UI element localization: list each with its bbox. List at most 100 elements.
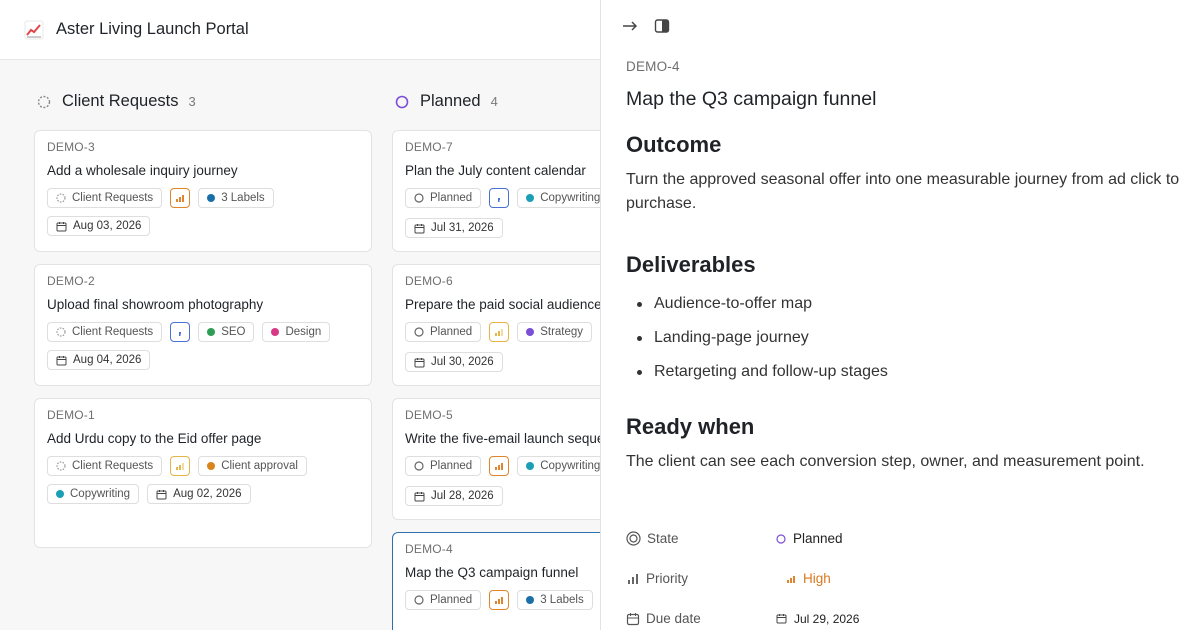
due-date-chip[interactable]: Jul 31, 2026 (405, 218, 503, 238)
column-title: Planned (420, 92, 481, 110)
sidebar-toggle-icon[interactable] (654, 18, 670, 34)
calendar-icon (56, 221, 67, 231)
list-item: Landing-page journey (626, 326, 1166, 360)
issue-title: Upload final showroom photography (47, 297, 264, 312)
label-chip[interactable]: Copywriting (517, 188, 600, 208)
calendar-icon (414, 491, 425, 501)
calendar-icon (156, 489, 167, 499)
label-chip[interactable]: Strategy (517, 322, 593, 342)
issue-card[interactable]: DEMO-3 Add a wholesale inquiry journey C… (34, 130, 372, 252)
priority-medium-icon (176, 463, 185, 470)
detail-issue-id: DEMO-4 (626, 59, 680, 74)
property-label: Due date (646, 611, 701, 626)
label-chip[interactable]: Copywriting (47, 484, 140, 504)
status-chip[interactable]: Planned (405, 322, 482, 342)
priority-medium-chip[interactable] (170, 456, 191, 476)
calendar-icon (56, 355, 67, 365)
issue-title: Prepare the paid social audience (405, 297, 600, 312)
priority-medium-chip[interactable] (489, 322, 510, 342)
priority-low-chip[interactable] (489, 188, 510, 208)
status-chip[interactable]: Client Requests (47, 456, 163, 476)
kanban-board: Client Requests 3 Planned 4 DEMO-3 Add a… (0, 60, 600, 630)
label-chip[interactable]: 3 Labels (198, 188, 274, 208)
deliverables-heading: Deliverables (626, 252, 756, 277)
column-count: 4 (490, 94, 498, 109)
issue-card[interactable]: DEMO-5 Write the five-email launch seque… (392, 398, 600, 520)
priority-high-icon (495, 597, 504, 604)
issue-id: DEMO-6 (405, 274, 453, 288)
calendar-icon (626, 612, 640, 625)
property-label: Priority (646, 571, 689, 586)
label-chip[interactable]: Design (262, 322, 331, 342)
list-item: Retargeting and follow-up stages (626, 360, 1166, 394)
issue-id: DEMO-4 (405, 542, 453, 556)
property-label: State (647, 531, 679, 546)
planned-circle-icon (414, 461, 424, 471)
status-chip[interactable]: Planned (405, 188, 482, 208)
status-chip[interactable]: Client Requests (47, 188, 163, 208)
status-chip[interactable]: Client Requests (47, 322, 163, 342)
priority-high-chip[interactable] (489, 590, 510, 610)
label-chip[interactable]: Client approval (198, 456, 307, 476)
due-date-chip[interactable]: Aug 03, 2026 (47, 216, 151, 236)
ready-when-heading: Ready when (626, 414, 755, 439)
issue-title: Add Urdu copy to the Eid offer page (47, 431, 262, 446)
priority-low-icon (179, 332, 182, 336)
issue-id: DEMO-2 (47, 274, 95, 288)
property-priority[interactable]: Priority High (626, 571, 1166, 586)
due-date-chip[interactable]: Jul 30, 2026 (405, 352, 503, 372)
priority-low-icon (498, 198, 501, 202)
calendar-icon (414, 357, 425, 367)
issue-card[interactable]: DEMO-2 Upload final showroom photography… (34, 264, 372, 386)
issue-title: Map the Q3 campaign funnel (405, 565, 579, 580)
issue-id: DEMO-3 (47, 140, 95, 154)
dashed-circle-icon (56, 327, 66, 337)
issue-card-selected[interactable]: DEMO-4 Map the Q3 campaign funnel Planne… (392, 532, 600, 630)
property-due-date[interactable]: Due date Jul 29, 2026 (626, 611, 1166, 626)
issue-card[interactable]: DEMO-7 Plan the July content calendar Pl… (392, 130, 600, 252)
status-chip[interactable]: Planned (405, 456, 482, 476)
arrow-right-icon[interactable] (622, 18, 638, 34)
priority-high-chip[interactable] (489, 456, 510, 476)
ready-when-text: The client can see each conversion step,… (626, 453, 1145, 470)
label-chip[interactable]: SEO (198, 322, 255, 342)
label-color-dot (207, 462, 216, 470)
issue-title: Plan the July content calendar (405, 163, 586, 178)
priority-medium-icon (495, 329, 504, 336)
priority-high-icon (495, 463, 504, 470)
label-color-dot (207, 194, 216, 202)
chart-increasing-icon (24, 20, 44, 39)
property-value: Planned (793, 531, 843, 546)
dashed-circle-icon (37, 95, 51, 108)
column-header-client-requests[interactable]: Client Requests 3 (37, 92, 196, 111)
issue-id: DEMO-1 (47, 408, 95, 422)
planned-circle-icon (395, 95, 409, 108)
priority-low-chip[interactable] (170, 322, 191, 342)
label-chip[interactable]: Copywriting (517, 456, 600, 476)
label-chip[interactable]: 3 Labels (517, 590, 593, 610)
due-date-chip[interactable]: Aug 04, 2026 (47, 350, 151, 370)
outcome-text: Turn the approved seasonal offer into on… (626, 171, 1180, 212)
priority-high-icon (787, 575, 795, 583)
calendar-icon (414, 223, 425, 233)
issue-id: DEMO-7 (405, 140, 453, 154)
issue-title: Write the five-email launch sequence (405, 431, 600, 446)
label-color-dot (56, 490, 64, 498)
property-state[interactable]: State Planned (626, 531, 1166, 546)
calendar-icon (776, 614, 787, 624)
issue-card[interactable]: DEMO-1 Add Urdu copy to the Eid offer pa… (34, 398, 372, 548)
status-chip[interactable]: Planned (405, 590, 482, 610)
dashed-circle-icon (56, 193, 66, 203)
due-date-chip[interactable]: Jul 28, 2026 (405, 486, 503, 506)
planned-circle-icon (414, 595, 424, 605)
priority-high-icon (176, 195, 185, 202)
planned-circle-icon (776, 533, 786, 544)
property-value: High (803, 571, 831, 586)
due-date-chip[interactable]: Aug 02, 2026 (147, 484, 251, 504)
detail-issue-title[interactable]: Map the Q3 campaign funnel (626, 88, 876, 111)
priority-high-chip[interactable] (170, 188, 191, 208)
label-color-dot (526, 328, 535, 336)
issue-card[interactable]: DEMO-6 Prepare the paid social audience … (392, 264, 600, 386)
column-count: 3 (188, 94, 196, 109)
column-header-planned[interactable]: Planned 4 (395, 92, 498, 111)
